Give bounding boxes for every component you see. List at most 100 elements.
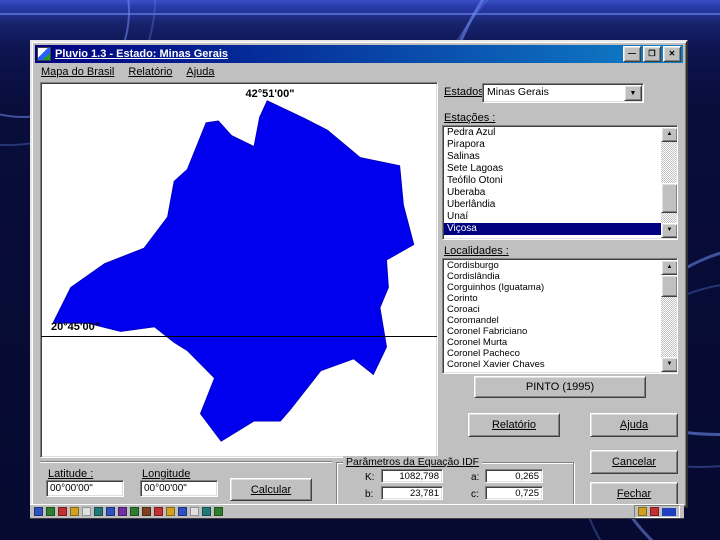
fechar-button-label: Fechar — [616, 488, 652, 500]
tray-icon[interactable] — [638, 507, 647, 516]
list-item[interactable]: Cordislândia — [444, 271, 661, 282]
scroll-down-button[interactable]: ▼ — [661, 223, 677, 238]
localidades-scrollbar[interactable]: ▲ ▼ — [661, 260, 677, 372]
taskbar-icon[interactable] — [34, 507, 43, 516]
slide-background: Pluvio 1.3 - Estado: Minas Gerais — ❐ ✕ … — [0, 0, 720, 540]
map-latitude-label: 20°45'00" — [51, 321, 100, 333]
localidades-listbox[interactable]: Cordisburgo Cordislândia Corguinhos (Iguat… — [442, 258, 678, 374]
list-item[interactable]: Coromandel — [444, 315, 661, 326]
k-input[interactable] — [381, 469, 443, 483]
idf-group-title: Parâmetros da Equação IDF — [343, 456, 483, 468]
localidades-list: Cordisburgo Cordislândia Corguinhos (Iguat… — [444, 260, 661, 372]
list-item[interactable]: Coronel Murta — [444, 337, 661, 348]
longitude-label: Longitude — [142, 468, 191, 480]
taskbar-icon[interactable] — [70, 507, 79, 516]
list-item[interactable]: Pirapora — [444, 139, 661, 151]
taskbar-icon[interactable] — [82, 507, 91, 516]
taskbar-icon[interactable] — [106, 507, 115, 516]
taskbar-icon[interactable] — [118, 507, 127, 516]
taskbar-icon[interactable] — [58, 507, 67, 516]
list-item[interactable]: Coronel Pacheco — [444, 348, 661, 359]
calcular-button[interactable]: Calcular — [230, 478, 312, 501]
estacoes-listbox[interactable]: Pedra Azul Pirapora Salinas Sete Lagoas Teóf… — [442, 125, 678, 240]
taskbar-icon[interactable] — [94, 507, 103, 516]
estados-dropdown-button[interactable]: ▼ — [624, 85, 642, 101]
c-input[interactable] — [485, 486, 543, 500]
list-item[interactable]: Coronel Fabriciano — [444, 326, 661, 337]
c-label: c: — [471, 489, 479, 500]
taskbar-icon[interactable] — [202, 507, 211, 516]
app-icon[interactable] — [37, 47, 51, 61]
b-input[interactable] — [381, 486, 443, 500]
taskbar — [30, 504, 684, 518]
minimize-icon: — — [628, 49, 636, 58]
menu-ajuda[interactable]: Ajuda — [180, 65, 222, 79]
title-bar[interactable]: Pluvio 1.3 - Estado: Minas Gerais — ❐ ✕ — [35, 45, 683, 63]
idf-groupbox: Parâmetros da Equação IDF K: b: a: c: — [336, 456, 574, 505]
localidades-label: Localidades : — [444, 245, 509, 257]
cancelar-button-label: Cancelar — [611, 456, 657, 468]
taskbar-icon[interactable] — [46, 507, 55, 516]
list-item[interactable]: Viçosa — [444, 223, 661, 235]
list-item[interactable]: Pedra Azul — [444, 127, 661, 139]
map-panel[interactable]: 42°51'00" 20°45'00" — [40, 82, 438, 458]
list-item[interactable]: Uberlândia — [444, 199, 661, 211]
pinto-1995-button[interactable]: PINTO (1995) — [474, 376, 646, 398]
app-window: Pluvio 1.3 - Estado: Minas Gerais — ❐ ✕ … — [30, 40, 688, 508]
menu-bar: Mapa do Brasil Relatório Ajuda — [35, 64, 683, 80]
tray-icon[interactable] — [662, 507, 676, 516]
a-input[interactable] — [485, 469, 543, 483]
estados-selected-value: Minas Gerais — [487, 86, 549, 98]
scroll-up-button[interactable]: ▲ — [661, 260, 677, 275]
list-item[interactable]: Uberaba — [444, 187, 661, 199]
estados-combobox[interactable]: Minas Gerais ▼ — [482, 83, 644, 103]
menu-mapa-do-brasil[interactable]: Mapa do Brasil — [35, 65, 122, 79]
estacoes-scrollbar[interactable]: ▲ ▼ — [661, 127, 677, 238]
taskbar-icon[interactable] — [190, 507, 199, 516]
relatorio-button[interactable]: Relatório — [468, 413, 560, 437]
minimize-button[interactable]: — — [623, 46, 641, 62]
chevron-down-icon: ▼ — [629, 89, 637, 97]
list-item[interactable]: Teófilo Otoni — [444, 175, 661, 187]
list-item[interactable]: Corinto — [444, 293, 661, 304]
estacoes-label: Estações : — [444, 112, 496, 124]
taskbar-icon[interactable] — [130, 507, 139, 516]
close-button[interactable]: ✕ — [663, 46, 681, 62]
list-item[interactable]: Corguinhos (Iguatama) — [444, 282, 661, 293]
cancelar-button[interactable]: Cancelar — [590, 450, 678, 474]
longitude-input[interactable] — [140, 480, 218, 497]
a-label: a: — [471, 472, 480, 483]
list-item[interactable]: Coronel Xavier Chaves — [444, 359, 661, 370]
calcular-button-label: Calcular — [250, 483, 292, 496]
b-label: b: — [365, 489, 374, 500]
taskbar-icon[interactable] — [178, 507, 187, 516]
map-canvas: 42°51'00" 20°45'00" — [41, 83, 437, 457]
system-tray[interactable] — [634, 505, 680, 518]
window-title: Pluvio 1.3 - Estado: Minas Gerais — [55, 48, 228, 60]
relatorio-button-label: Relatório — [491, 419, 537, 431]
latitude-input[interactable] — [46, 480, 124, 497]
divider — [40, 461, 332, 463]
scrollbar-thumb[interactable] — [661, 183, 677, 213]
taskbar-icon[interactable] — [142, 507, 151, 516]
maximize-button[interactable]: ❐ — [643, 46, 661, 62]
ajuda-button-label: Ajuda — [619, 419, 649, 431]
list-item[interactable]: Cordisburgo — [444, 260, 661, 271]
pinto-button-label: PINTO (1995) — [525, 381, 595, 393]
taskbar-icon[interactable] — [166, 507, 175, 516]
tray-icon[interactable] — [650, 507, 659, 516]
close-icon: ✕ — [668, 49, 676, 58]
taskbar-icon[interactable] — [214, 507, 223, 516]
ajuda-button[interactable]: Ajuda — [590, 413, 678, 437]
menu-relatorio[interactable]: Relatório — [122, 65, 180, 79]
list-item[interactable]: Salinas — [444, 151, 661, 163]
list-item[interactable]: Unaí — [444, 211, 661, 223]
scroll-down-button[interactable]: ▼ — [661, 357, 677, 372]
maximize-icon: ❐ — [648, 49, 656, 58]
list-item[interactable]: Coroaci — [444, 304, 661, 315]
scroll-up-button[interactable]: ▲ — [661, 127, 677, 142]
taskbar-icon[interactable] — [154, 507, 163, 516]
fechar-button[interactable]: Fechar — [590, 482, 678, 506]
scrollbar-thumb[interactable] — [661, 275, 677, 297]
list-item[interactable]: Sete Lagoas — [444, 163, 661, 175]
